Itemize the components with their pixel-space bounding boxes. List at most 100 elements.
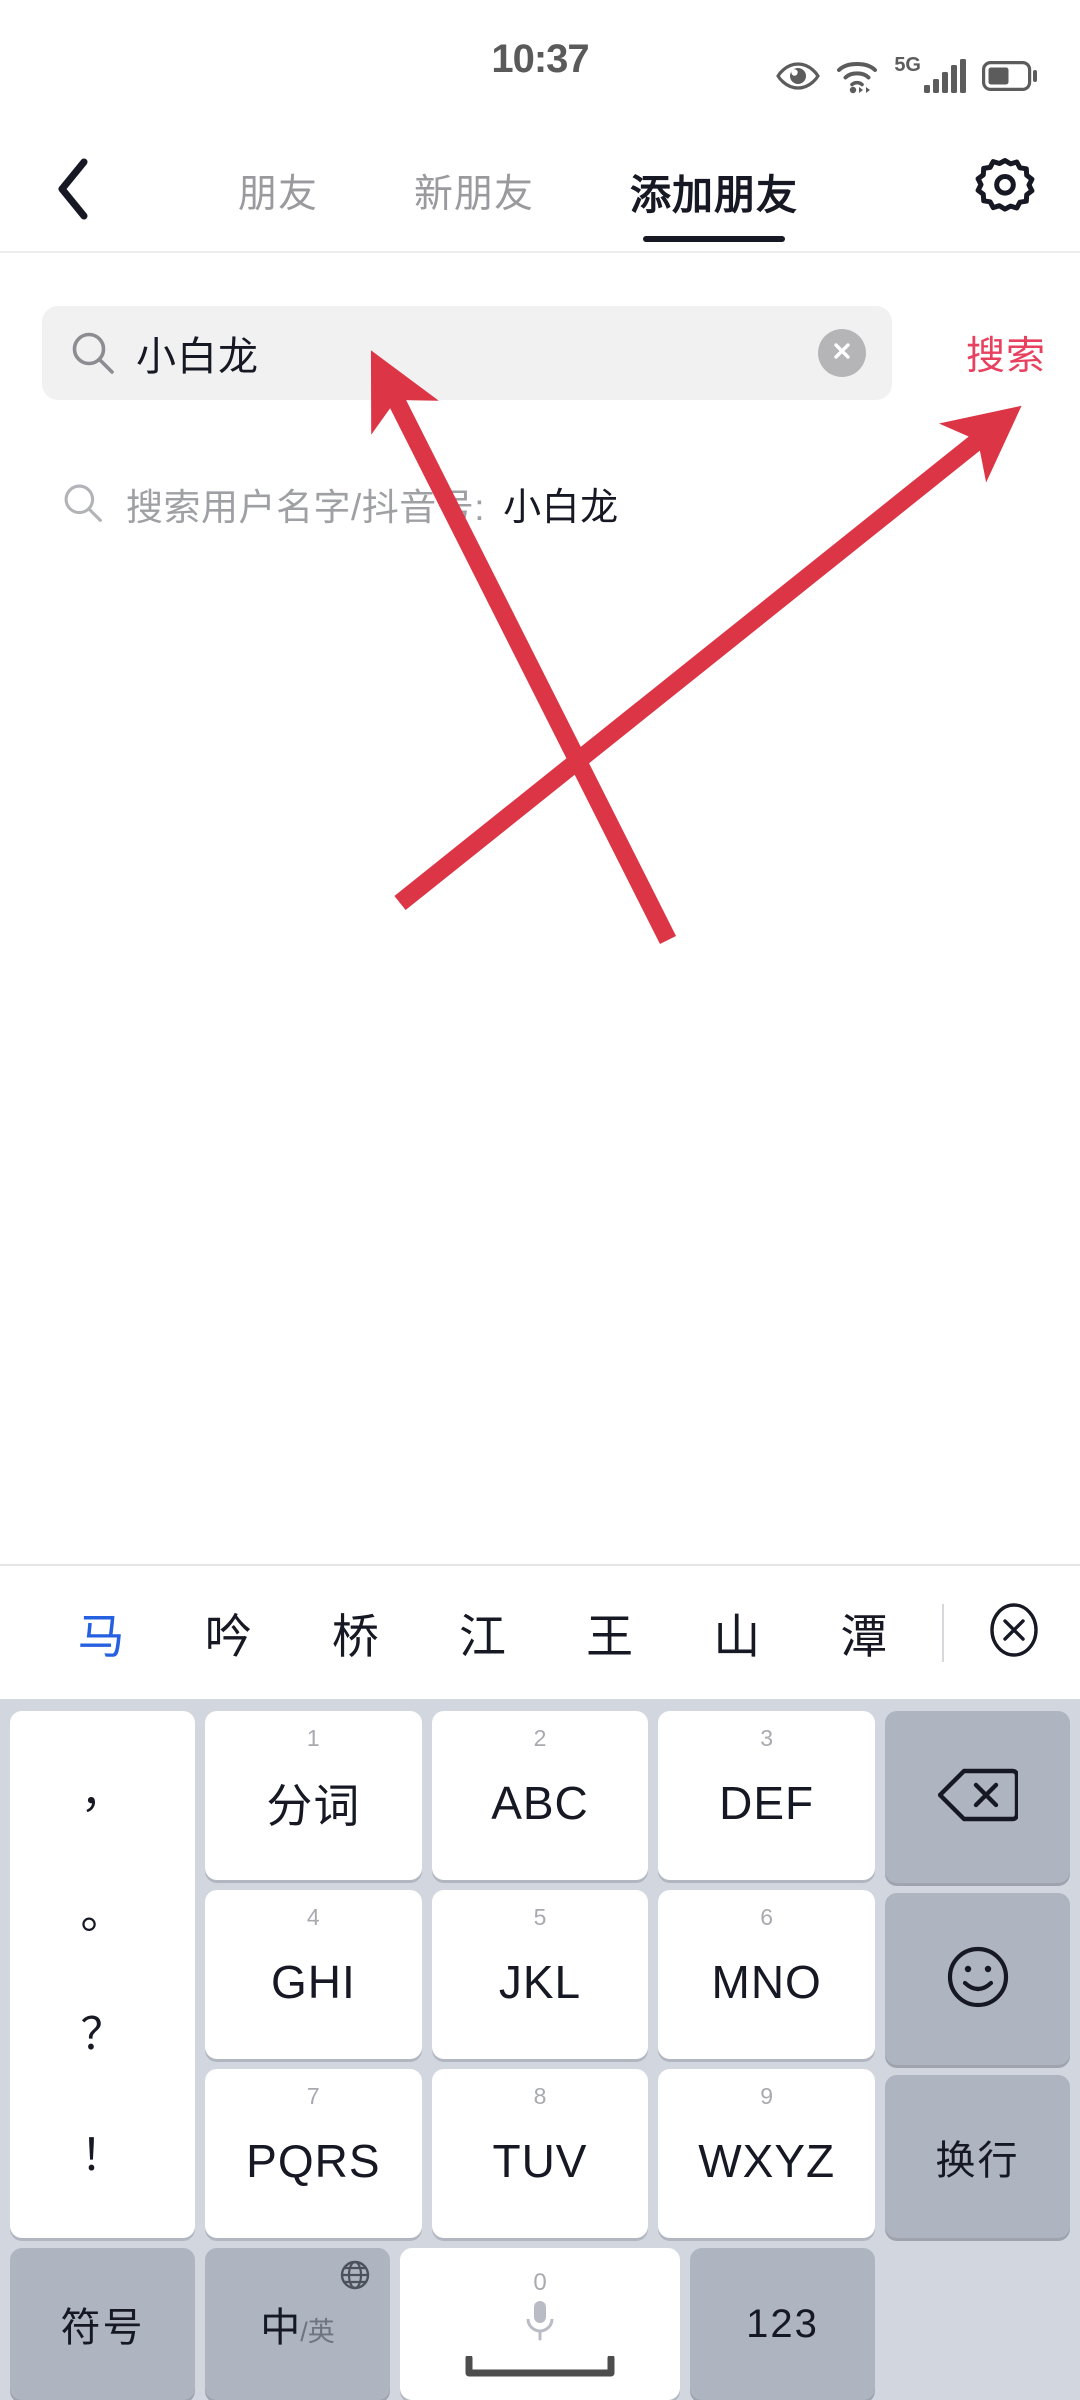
key-label: GHI	[270, 1955, 356, 2008]
key-number: 4	[306, 1904, 320, 1930]
punct-question-key[interactable]: ？	[10, 1985, 195, 2085]
key-label: PQRS	[246, 2134, 381, 2187]
search-suggestion-row[interactable]: 搜索用户名字/抖音号: 小白龙	[0, 452, 1080, 554]
status-time: 10:37	[491, 36, 589, 81]
eye-care-icon	[776, 61, 821, 91]
key-label: MNO	[711, 1955, 822, 2008]
cellular-signal-group: 5G	[894, 54, 967, 93]
numeric-key[interactable]: 123	[690, 2248, 875, 2400]
key-label: WXYZ	[698, 2134, 836, 2187]
backspace-icon	[937, 1767, 1019, 1828]
language-toggle-label: 中 / 英	[260, 2295, 335, 2353]
space-key-number: 0	[533, 2269, 547, 2296]
key-number: 6	[760, 1904, 774, 1930]
key-number: 1	[306, 1725, 320, 1751]
candidate-item[interactable]: 江	[419, 1598, 546, 1667]
candidate-item[interactable]: 潭	[801, 1598, 928, 1667]
key-number: 2	[533, 1725, 547, 1751]
keypad-grid: 1 分词 2 ABC 3 DEF 4 GHI 5 JKL 6 MNO 7 PQR…	[205, 1711, 875, 2238]
punct-comma-key[interactable]: ，	[10, 1743, 195, 1843]
navigation-bar: 朋友 新朋友 添加朋友	[0, 130, 1080, 252]
t9-keyboard: ， 。 ？ ！ 1 分词 2 ABC 3 DEF 4 GHI 5 JKL 6 M…	[0, 1699, 1080, 2400]
nav-divider	[0, 251, 1080, 253]
key-2[interactable]: 2 ABC	[431, 1711, 649, 1880]
key-4[interactable]: 4 GHI	[205, 1890, 422, 2059]
status-bar: 10:37 5G	[0, 0, 1080, 130]
candidate-item[interactable]: 吟	[165, 1598, 292, 1667]
key-number: 3	[760, 1725, 774, 1751]
key-label: JKL	[498, 1955, 582, 2008]
clear-search-button[interactable]	[818, 329, 866, 377]
space-bar-indicator	[465, 2354, 615, 2383]
enter-key-spacer	[885, 2248, 1070, 2400]
keyboard-right-column: 换行	[885, 1711, 1070, 2238]
lang-en-label: 英	[307, 2317, 335, 2347]
settings-button[interactable]	[968, 154, 1042, 228]
tab-friends-label: 朋友	[238, 173, 319, 216]
key-7[interactable]: 7 PQRS	[205, 2069, 422, 2238]
tab-add-friends-label: 添加朋友	[630, 172, 799, 218]
key-label: ABC	[491, 1776, 589, 1829]
phone-screen: 10:37 5G 朋友 新朋友 添加朋友 小白龙 搜索 搜索用户名字/抖音号: …	[0, 0, 1080, 2400]
punct-period-key[interactable]: 。	[10, 1864, 195, 1964]
key-6[interactable]: 6 MNO	[658, 1890, 875, 2059]
tab-add-friends[interactable]: 添加朋友	[582, 130, 846, 252]
key-number: 9	[760, 2083, 774, 2109]
candidate-bar: 马 吟 桥 江 王 山 潭	[0, 1566, 1080, 1699]
language-toggle-key[interactable]: 中 / 英	[205, 2248, 390, 2400]
smiley-icon	[946, 1945, 1010, 2014]
key-number: 8	[533, 2083, 547, 2109]
key-3[interactable]: 3 DEF	[658, 1711, 875, 1880]
suggestion-query: 小白龙	[503, 486, 619, 529]
punct-exclaim-key[interactable]: ！	[10, 2106, 195, 2206]
suggestion-prefix: 搜索用户名字/抖音号:	[126, 486, 486, 528]
backspace-key[interactable]	[885, 1711, 1070, 1883]
globe-icon	[340, 2260, 370, 2295]
key-9[interactable]: 9 WXYZ	[658, 2069, 875, 2238]
candidate-divider	[942, 1603, 944, 1662]
tab-new-friends-label: 新朋友	[414, 173, 535, 216]
search-icon	[62, 482, 104, 524]
search-icon	[70, 330, 116, 376]
wifi-icon	[835, 58, 879, 94]
network-type-label: 5G	[894, 54, 921, 76]
lang-cn-label: 中	[260, 2306, 301, 2350]
candidate-item[interactable]: 马	[38, 1598, 165, 1667]
key-8[interactable]: 8 TUV	[431, 2069, 649, 2238]
symbols-key[interactable]: 符号	[10, 2248, 195, 2400]
candidate-list: 马 吟 桥 江 王 山 潭	[0, 1566, 938, 1699]
enter-key-label: 换行	[935, 2138, 1020, 2183]
symbols-key-label: 符号	[60, 2306, 145, 2350]
close-candidates-button[interactable]	[948, 1566, 1080, 1699]
key-label: 分词	[266, 1779, 361, 1832]
key-1[interactable]: 1 分词	[205, 1711, 422, 1880]
close-circle-icon	[986, 1602, 1042, 1663]
emoji-key[interactable]	[885, 1893, 1070, 2065]
microphone-icon	[522, 2299, 558, 2350]
space-key[interactable]: 0	[400, 2248, 680, 2400]
search-box[interactable]	[42, 306, 892, 400]
tab-friends[interactable]: 朋友	[190, 130, 366, 252]
key-label: TUV	[492, 2134, 588, 2187]
battery-icon	[982, 61, 1038, 91]
key-number: 5	[533, 1904, 547, 1930]
search-submit-button[interactable]: 搜索	[966, 325, 1046, 381]
lang-slash: /	[300, 2317, 308, 2347]
gear-icon	[972, 156, 1038, 227]
key-5[interactable]: 5 JKL	[431, 1890, 649, 2059]
candidate-item[interactable]: 桥	[292, 1598, 419, 1667]
candidate-item[interactable]: 王	[547, 1598, 674, 1667]
punctuation-key-column[interactable]: ， 。 ？ ！	[10, 1711, 195, 2238]
search-input[interactable]	[136, 330, 818, 376]
candidate-item[interactable]: 山	[674, 1598, 801, 1667]
back-chevron-icon	[54, 157, 94, 226]
tab-bar: 朋友 新朋友 添加朋友	[190, 130, 846, 252]
search-row: 搜索	[0, 306, 1080, 400]
clear-circle-icon	[829, 338, 855, 369]
key-number: 7	[306, 2083, 320, 2109]
key-label: DEF	[719, 1776, 815, 1829]
tab-new-friends[interactable]: 新朋友	[366, 130, 582, 252]
back-button[interactable]	[38, 155, 110, 227]
enter-key[interactable]: 换行	[885, 2075, 1070, 2238]
suggestion-text: 搜索用户名字/抖音号: 小白龙	[126, 476, 619, 531]
